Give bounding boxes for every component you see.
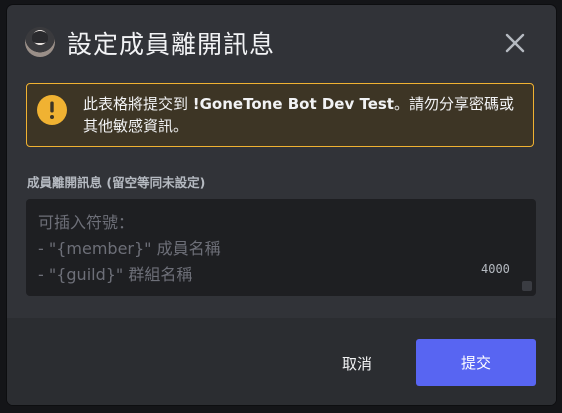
submit-button[interactable]: 提交	[416, 339, 536, 386]
bot-avatar	[25, 27, 55, 57]
input-placeholder: 可插入符號： - "{member}" 成員名稱 - "{guild}" 群組名稱	[38, 210, 221, 288]
cancel-button[interactable]: 取消	[323, 340, 391, 386]
modal-dialog: 設定成員離開訊息 此表格將提交到 !GoneTone Bot Dev Test。…	[7, 5, 556, 405]
placeholder-line: - "{member}" 成員名稱	[38, 239, 221, 258]
bot-name: !GoneTone Bot Dev Test	[192, 95, 394, 113]
modal-header: 設定成員離開訊息	[7, 5, 556, 77]
warning-notice: 此表格將提交到 !GoneTone Bot Dev Test。請勿分享密碼或其他…	[26, 83, 534, 147]
placeholder-line: - "{guild}" 群組名稱	[38, 265, 193, 284]
leave-message-input[interactable]: 可插入符號： - "{member}" 成員名稱 - "{guild}" 群組名稱 …	[26, 199, 536, 296]
modal-title: 設定成員離開訊息	[67, 30, 276, 59]
close-icon	[505, 33, 525, 53]
close-button[interactable]	[499, 27, 531, 59]
warning-text: 此表格將提交到 !GoneTone Bot Dev Test。請勿分享密碼或其他…	[83, 93, 528, 137]
character-counter: 4000	[481, 262, 510, 276]
resize-handle-icon[interactable]	[522, 281, 532, 291]
placeholder-line: 可插入符號：	[38, 213, 135, 232]
modal-footer: 取消 提交	[7, 318, 556, 405]
leave-message-label: 成員離開訊息 (留空等同未設定)	[27, 175, 206, 190]
exclamation-circle-icon	[37, 95, 67, 125]
warning-prefix: 此表格將提交到	[83, 95, 193, 113]
